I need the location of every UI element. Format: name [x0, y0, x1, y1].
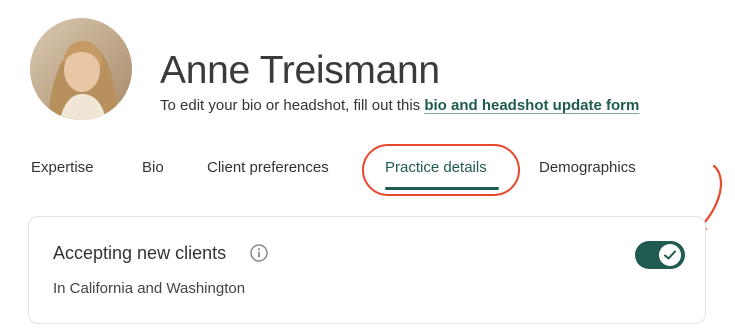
edit-instructions-text: To edit your bio or headshot, fill out t… — [160, 97, 425, 114]
tab-demographics[interactable]: Demographics — [539, 158, 636, 178]
page-title: Anne Treismann — [160, 49, 440, 92]
info-circle-icon[interactable] — [249, 243, 269, 263]
bio-headshot-form-link[interactable]: bio and headshot update form — [424, 97, 639, 114]
avatar — [30, 18, 132, 120]
card-title: Accepting new clients — [53, 243, 227, 263]
tab-bio[interactable]: Bio — [142, 158, 164, 178]
check-icon — [664, 250, 676, 260]
headshot-photo — [30, 18, 132, 120]
provider-profile-page: Anne Treismann To edit your bio or heads… — [0, 0, 735, 333]
edit-instructions: To edit your bio or headshot, fill out t… — [160, 96, 639, 116]
accepting-clients-card: Accepting new clients In California and … — [28, 216, 706, 324]
tab-expertise[interactable]: Expertise — [31, 158, 94, 178]
toggle-knob — [659, 244, 681, 266]
tab-client-preferences[interactable]: Client preferences — [207, 158, 329, 178]
annotation-highlight-ring — [362, 144, 520, 196]
accepting-clients-toggle[interactable] — [635, 241, 685, 269]
card-subtitle: In California and Washington — [53, 280, 246, 297]
